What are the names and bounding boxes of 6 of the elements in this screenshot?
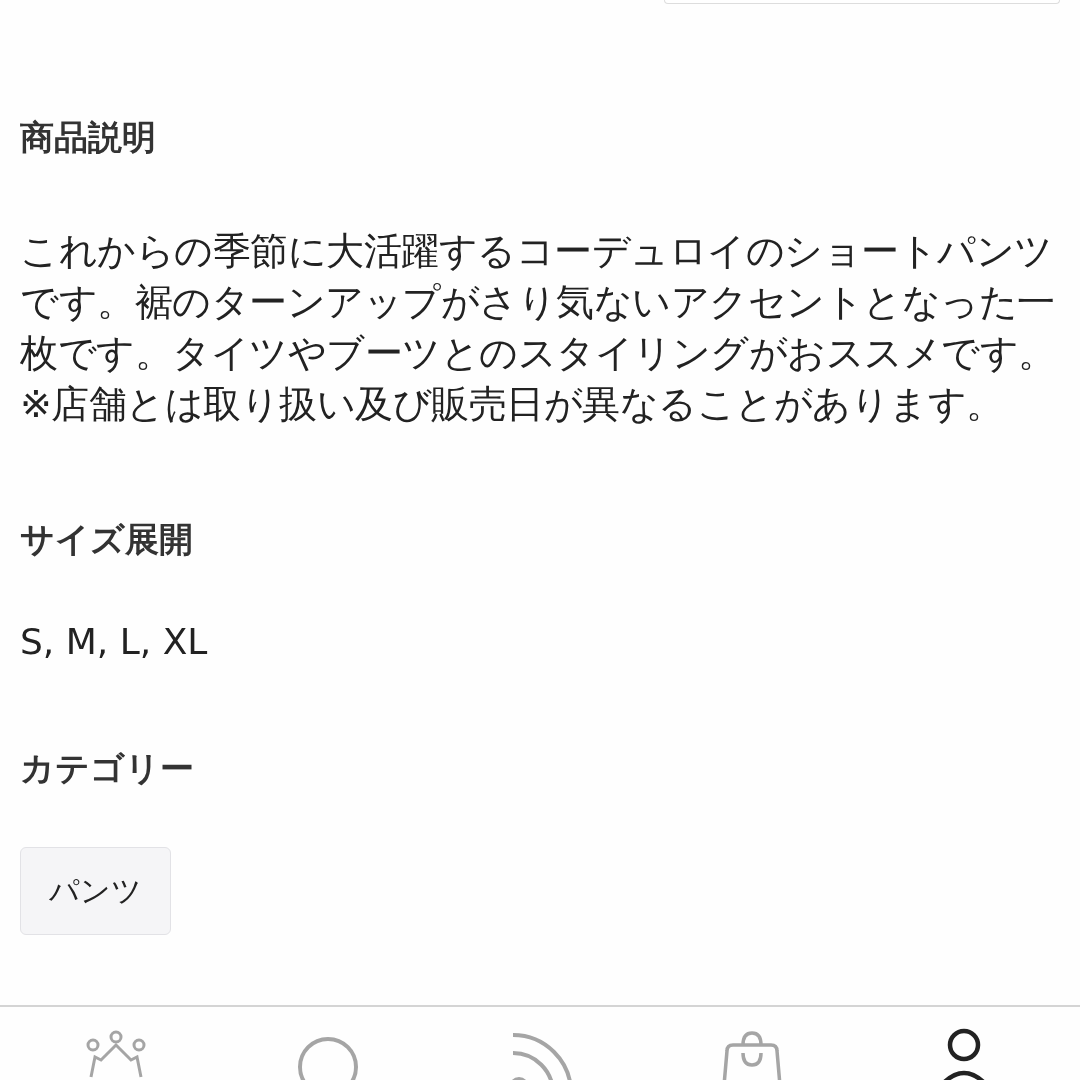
section-heading: サイズ展開	[20, 518, 194, 561]
category-tag[interactable]: パンツ	[20, 847, 171, 935]
description-text: これからの季節に大活躍するコーデュロイのショートパンツです。裾のターンアップがさり気ないアクセントとなった一枚です。タイツやブーツとのスタイリングがおススメです。 ※店舗とは取り扱い及び販売日が異なることがあります。	[20, 228, 1057, 428]
section-heading: カテゴリー	[20, 747, 195, 790]
size-text: S, M, L, XL	[20, 620, 209, 664]
section-heading: 商品説明	[20, 116, 157, 159]
